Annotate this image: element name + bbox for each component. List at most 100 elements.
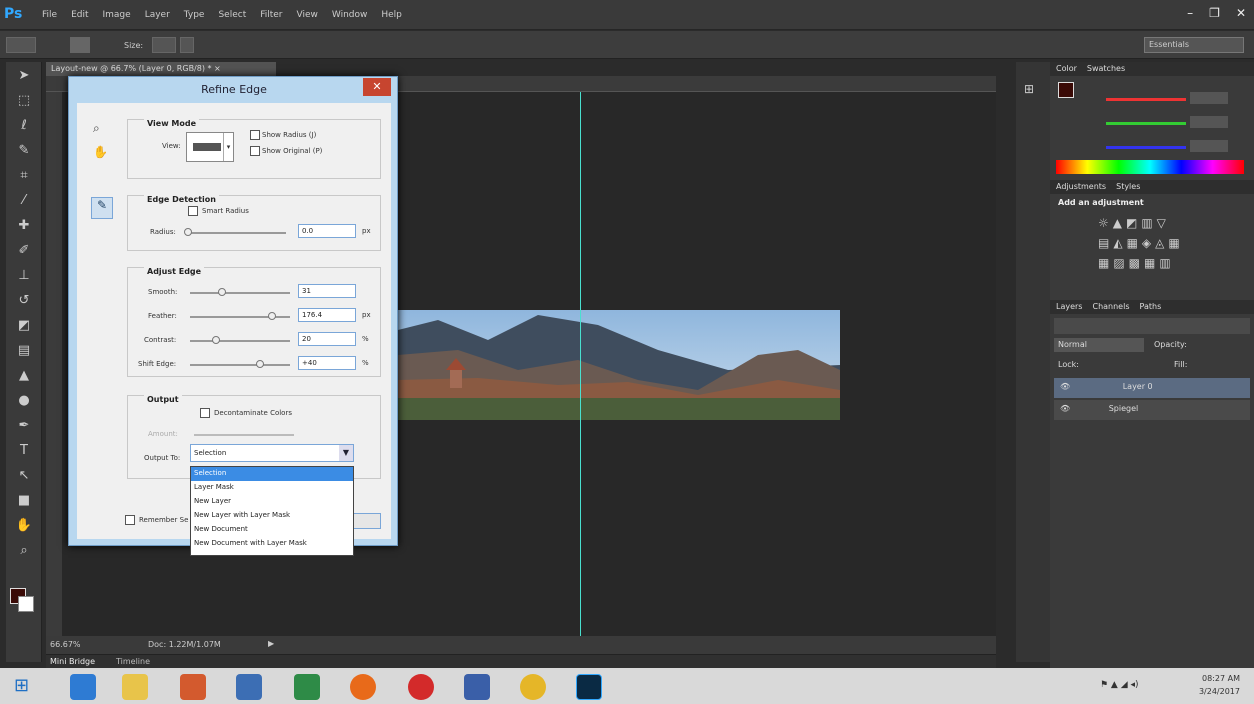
dropdown-item-new-layer-with-mask[interactable]: New Layer with Layer Mask: [191, 509, 353, 523]
menu-layer[interactable]: Layer: [145, 10, 170, 20]
show-radius-checkbox[interactable]: [250, 130, 260, 140]
history-panel-icon[interactable]: ⊞: [1024, 82, 1042, 96]
brush-tool-icon[interactable]: ✐: [13, 240, 35, 262]
tab-mini-bridge[interactable]: Mini Bridge: [50, 657, 95, 666]
blend-mode-select[interactable]: Normal: [1054, 338, 1144, 352]
background-color-swatch[interactable]: [18, 596, 34, 612]
layer-row-spiegel[interactable]: 👁 Spiegel: [1054, 400, 1250, 420]
refine-radius-tool-icon[interactable]: ✎: [91, 197, 113, 219]
chevron-down-icon[interactable]: ▼: [339, 445, 353, 461]
menu-file[interactable]: File: [42, 10, 57, 20]
powerpoint-icon[interactable]: [180, 674, 206, 700]
crop-tool-icon[interactable]: ⌗: [13, 165, 35, 187]
blue-slider[interactable]: [1106, 146, 1186, 149]
view-picker[interactable]: ▾: [186, 132, 234, 162]
file-explorer-icon[interactable]: [122, 674, 148, 700]
gradient-tool-icon[interactable]: ▤: [13, 340, 35, 362]
red-slider[interactable]: [1106, 98, 1186, 101]
opera-icon[interactable]: [408, 674, 434, 700]
menu-edit[interactable]: Edit: [71, 10, 88, 20]
menu-filter[interactable]: Filter: [260, 10, 282, 20]
dropdown-item-new-layer[interactable]: New Layer: [191, 495, 353, 509]
dodge-tool-icon[interactable]: ●: [13, 390, 35, 412]
eyedropper-tool-icon[interactable]: ⁄: [13, 190, 35, 212]
photoshop-taskbar-icon[interactable]: [576, 674, 602, 700]
clone-stamp-tool-icon[interactable]: ⊥: [13, 265, 35, 287]
visibility-eye-icon[interactable]: 👁: [1060, 382, 1070, 391]
workspace-select[interactable]: Essentials: [1144, 37, 1244, 53]
zoom-tool-icon[interactable]: ⌕: [13, 540, 35, 562]
hand-tool-icon[interactable]: ✋: [93, 145, 108, 159]
feather-slider-thumb[interactable]: [268, 312, 276, 320]
tool-preset-picker[interactable]: [6, 37, 36, 53]
history-brush-tool-icon[interactable]: ↺: [13, 290, 35, 312]
tab-color[interactable]: Color: [1056, 64, 1077, 74]
quick-selection-tool-icon[interactable]: ✎: [13, 140, 35, 162]
brush-mode-icon[interactable]: [70, 37, 90, 53]
visibility-eye-icon[interactable]: 👁: [1060, 404, 1070, 413]
chrome-icon[interactable]: [520, 674, 546, 700]
blur-tool-icon[interactable]: ▲: [13, 365, 35, 387]
adjustment-icons[interactable]: ☼▲◩▥▽ ▤◭▦◈◬▦ ▦▨▩▦▥: [1098, 213, 1206, 273]
contrast-slider[interactable]: [190, 340, 290, 342]
photos-icon[interactable]: [464, 674, 490, 700]
vertical-guide[interactable]: [580, 92, 581, 636]
dropdown-item-new-document[interactable]: New Document: [191, 523, 353, 537]
menu-window[interactable]: Window: [332, 10, 368, 20]
close-button[interactable]: ✕: [1236, 6, 1246, 20]
green-value-field[interactable]: [1190, 116, 1228, 128]
dropdown-item-new-document-with-mask[interactable]: New Document with Layer Mask: [191, 537, 353, 551]
type-tool-icon[interactable]: T: [13, 440, 35, 462]
radius-field[interactable]: 0.0: [298, 224, 356, 238]
decontaminate-checkbox[interactable]: [200, 408, 210, 418]
tab-timeline[interactable]: Timeline: [116, 657, 150, 666]
lasso-tool-icon[interactable]: ℓ: [13, 115, 35, 137]
radius-slider-thumb[interactable]: [184, 228, 192, 236]
menu-help[interactable]: Help: [381, 10, 402, 20]
zoom-level[interactable]: 66.67%: [50, 640, 81, 649]
zoom-tool-icon[interactable]: ⌕: [93, 121, 100, 136]
layer-filter-bar[interactable]: [1054, 318, 1250, 334]
internet-explorer-icon[interactable]: [70, 674, 96, 700]
path-selection-tool-icon[interactable]: ↖: [13, 465, 35, 487]
dropdown-item-layer-mask[interactable]: Layer Mask: [191, 481, 353, 495]
blue-value-field[interactable]: [1190, 140, 1228, 152]
tab-styles[interactable]: Styles: [1116, 182, 1140, 192]
firefox-icon[interactable]: [350, 674, 376, 700]
menu-view[interactable]: View: [297, 10, 318, 20]
smooth-field[interactable]: 31: [298, 284, 356, 298]
menu-select[interactable]: Select: [218, 10, 246, 20]
menu-image[interactable]: Image: [103, 10, 131, 20]
pen-tool-icon[interactable]: ✒: [13, 415, 35, 437]
restore-button[interactable]: ❐: [1209, 6, 1220, 20]
layer-row-layer-0[interactable]: 👁 Layer 0: [1054, 378, 1250, 398]
view-dropdown-arrow-icon[interactable]: ▾: [223, 133, 233, 161]
contrast-field[interactable]: 20: [298, 332, 356, 346]
shift-edge-slider[interactable]: [190, 364, 290, 366]
brush-settings-icon[interactable]: [180, 37, 194, 53]
smooth-slider[interactable]: [190, 292, 290, 294]
marquee-tool-icon[interactable]: ⬚: [13, 90, 35, 112]
smooth-slider-thumb[interactable]: [218, 288, 226, 296]
eraser-tool-icon[interactable]: ◩: [13, 315, 35, 337]
tab-swatches[interactable]: Swatches: [1087, 64, 1125, 74]
rectangle-tool-icon[interactable]: ■: [13, 490, 35, 512]
tab-channels[interactable]: Channels: [1092, 302, 1129, 312]
smart-radius-checkbox[interactable]: [188, 206, 198, 216]
word-icon[interactable]: [236, 674, 262, 700]
radius-slider[interactable]: [186, 232, 286, 234]
color-fg-swatch[interactable]: [1058, 82, 1074, 98]
show-original-checkbox[interactable]: [250, 146, 260, 156]
menu-type[interactable]: Type: [184, 10, 205, 20]
green-slider[interactable]: [1106, 122, 1186, 125]
document-tab[interactable]: Layout-new @ 66.7% (Layer 0, RGB/8) * ×: [46, 62, 276, 76]
hand-tool-icon[interactable]: ✋: [13, 515, 35, 537]
tab-paths[interactable]: Paths: [1140, 302, 1162, 312]
system-tray-icons[interactable]: ⚑ ▲ ◢ ◂): [1100, 680, 1139, 690]
start-button-icon[interactable]: ⊞: [14, 676, 36, 696]
clock[interactable]: 08:27 AM 3/24/2017: [1199, 672, 1240, 698]
dialog-close-button[interactable]: ✕: [363, 78, 391, 96]
color-spectrum[interactable]: [1056, 160, 1244, 174]
remember-settings-checkbox[interactable]: [125, 515, 135, 525]
shift-edge-field[interactable]: +40: [298, 356, 356, 370]
